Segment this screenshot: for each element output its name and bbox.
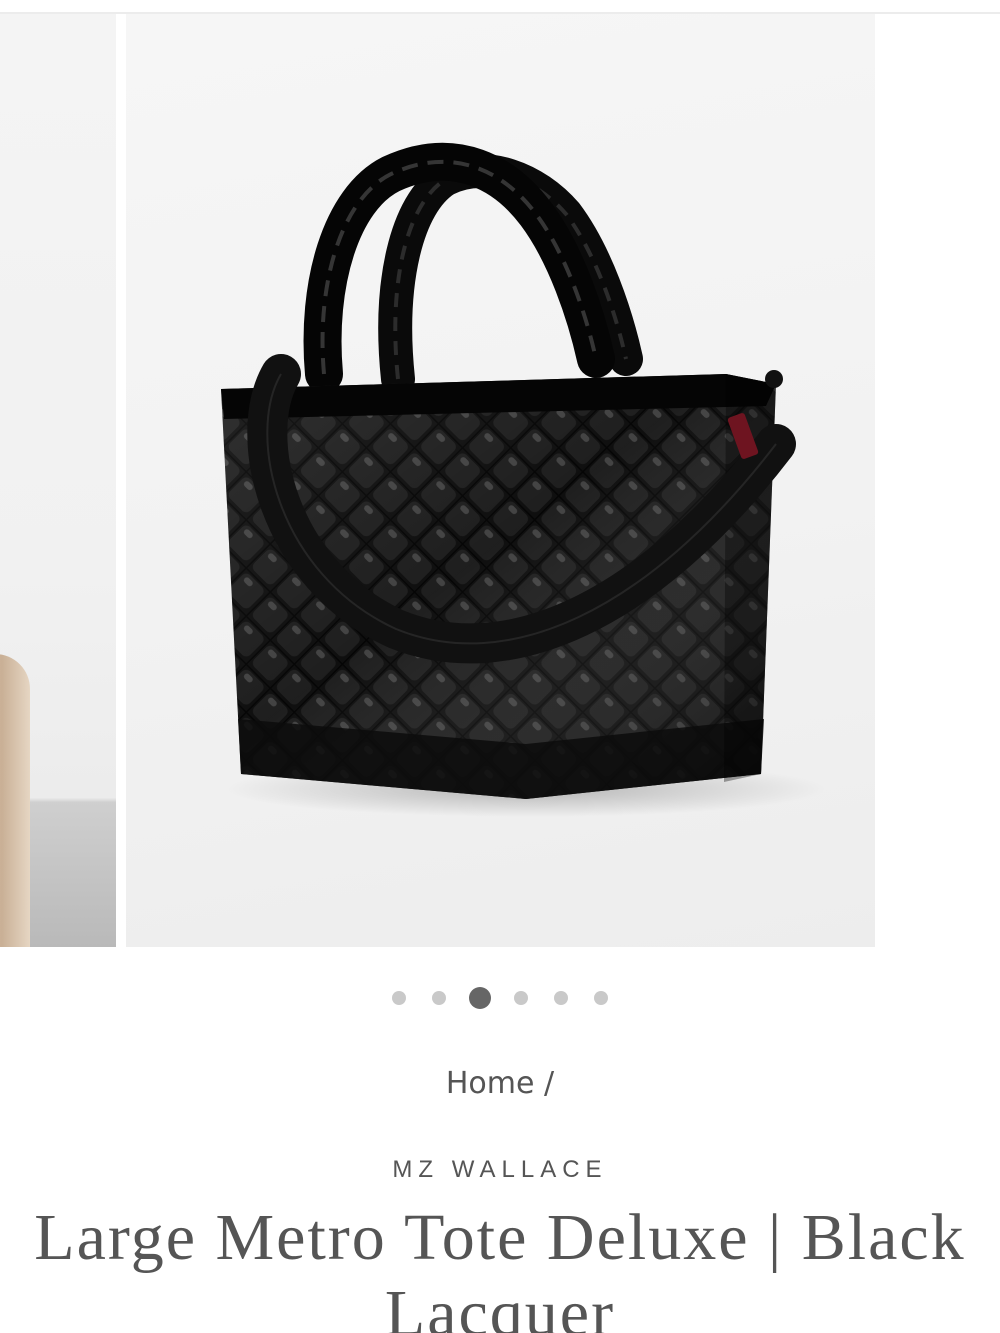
gallery-dot-3-active[interactable] bbox=[469, 987, 491, 1009]
model-figure bbox=[0, 654, 30, 947]
gallery-slide-previous[interactable] bbox=[0, 14, 116, 947]
product-brand[interactable]: MZ WALLACE bbox=[0, 1156, 1000, 1184]
gallery-dot-2[interactable] bbox=[432, 991, 446, 1005]
breadcrumb: Home / bbox=[0, 1066, 1000, 1101]
breadcrumb-home-link[interactable]: Home bbox=[446, 1066, 535, 1101]
product-title: Large Metro Tote Deluxe | Black Lacquer bbox=[34, 1201, 966, 1333]
gallery-dot-6[interactable] bbox=[594, 991, 608, 1005]
breadcrumb-separator: / bbox=[544, 1066, 555, 1101]
gallery-slide-next[interactable] bbox=[885, 14, 1000, 947]
product-image bbox=[221, 142, 826, 817]
gallery-dot-1[interactable] bbox=[392, 991, 406, 1005]
product-page: Home / MZ WALLACE Large Metro Tote Delux… bbox=[0, 0, 1000, 1333]
gallery-pagination bbox=[0, 986, 1000, 1010]
gallery-dot-4[interactable] bbox=[514, 991, 528, 1005]
gallery-slide-current[interactable] bbox=[126, 14, 875, 947]
product-image-gallery[interactable] bbox=[0, 14, 1000, 947]
gallery-dot-5[interactable] bbox=[554, 991, 568, 1005]
